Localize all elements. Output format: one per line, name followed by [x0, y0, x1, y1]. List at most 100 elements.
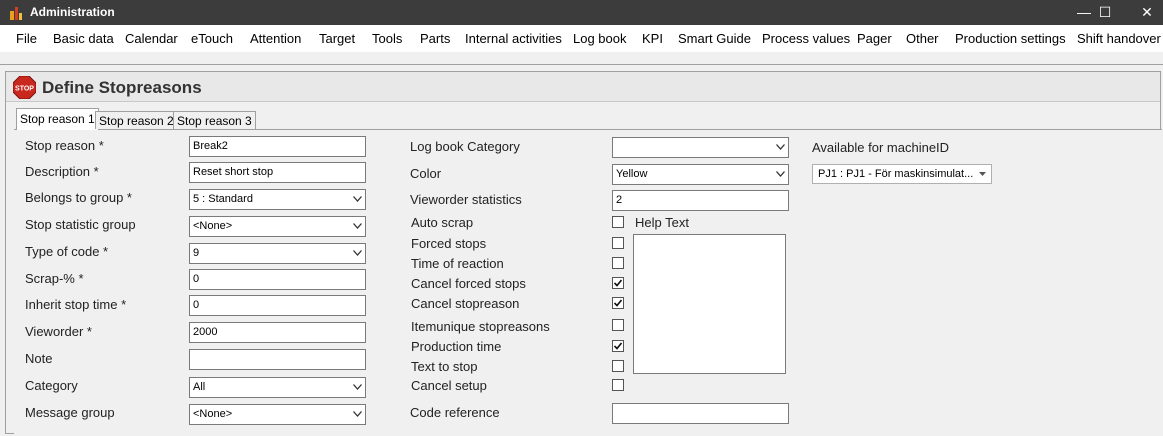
inherit-stop-time-label: Inherit stop time * — [25, 297, 127, 312]
code-reference-input[interactable] — [612, 403, 789, 424]
window-title: Administration — [30, 5, 115, 19]
type-of-code-select[interactable]: 9 — [189, 243, 366, 264]
inherit-stop-time-input[interactable]: 0 — [189, 295, 366, 316]
help-text-label: Help Text — [635, 215, 689, 230]
note-label: Note — [25, 351, 53, 366]
app-icon — [10, 7, 22, 20]
forced-stops-label: Forced stops — [411, 236, 487, 251]
auto-scrap-checkbox[interactable] — [612, 216, 624, 228]
color-value: Yellow — [616, 168, 648, 180]
chevron-down-icon — [776, 171, 785, 177]
text-to-stop-label: Text to stop — [411, 359, 478, 374]
category-select[interactable]: All — [189, 377, 366, 398]
message-group-select[interactable]: <None> — [189, 404, 366, 425]
page-title: Define Stopreasons — [42, 78, 202, 97]
cancel-setup-checkbox[interactable] — [612, 379, 624, 391]
itemunique-stopreasons-checkbox[interactable] — [612, 319, 624, 331]
chevron-down-icon — [353, 384, 362, 390]
type-of-code-value: 9 — [193, 247, 200, 259]
time-of-reaction-checkbox[interactable] — [612, 257, 624, 269]
cancel-forced-stops-label: Cancel forced stops — [411, 276, 526, 291]
log-book-category-label: Log book Category — [410, 139, 520, 154]
menu-calendar[interactable]: Calendar — [125, 31, 178, 46]
menu-shift-handover[interactable]: Shift handover — [1077, 31, 1161, 46]
menu-internal-activities[interactable]: Internal activities — [465, 31, 562, 46]
cancel-stopreason-label: Cancel stopreason — [411, 296, 520, 311]
production-time-checkbox[interactable] — [612, 340, 624, 352]
belongs-to-group-label: Belongs to group * — [25, 190, 132, 205]
type-of-code-label: Type of code * — [25, 244, 109, 259]
stop-statistic-group-label: Stop statistic group — [25, 217, 136, 232]
stop-reason-input[interactable]: Break2 — [189, 136, 366, 157]
menu-target[interactable]: Target — [319, 31, 355, 46]
menu-smart-guide[interactable]: Smart Guide — [678, 31, 751, 46]
tab-stop-reason-2[interactable]: Stop reason 2 — [95, 111, 178, 129]
help-text-area[interactable] — [633, 234, 786, 374]
menu-file[interactable]: File — [16, 31, 37, 46]
tab-stop-reason-1[interactable]: Stop reason 1 — [16, 108, 99, 130]
production-time-label: Production time — [411, 339, 502, 354]
machine-id-value: PJ1 : PJ1 - För maskinsimulat... — [818, 168, 974, 180]
color-label: Color — [410, 166, 442, 181]
category-value: All — [193, 381, 206, 393]
maximize-button[interactable]: ☐ — [1085, 0, 1125, 25]
checkmark-icon — [613, 342, 623, 350]
itemunique-stopreasons-label: Itemunique stopreasons — [411, 319, 550, 334]
menu-process-values[interactable]: Process values — [762, 31, 850, 46]
cancel-stopreason-checkbox[interactable] — [612, 297, 624, 309]
menu-pager[interactable]: Pager — [857, 31, 892, 46]
vieworder-input[interactable]: 2000 — [189, 322, 366, 343]
stop-reason-label: Stop reason * — [25, 138, 104, 153]
message-group-label: Message group — [25, 405, 115, 420]
belongs-to-group-value: 5 : Standard — [193, 193, 253, 205]
description-input[interactable]: Reset short stop — [189, 162, 366, 183]
toolbar-strip — [0, 52, 1163, 65]
log-book-category-select[interactable] — [612, 137, 789, 158]
note-input[interactable] — [189, 349, 366, 370]
menu-kpi[interactable]: KPI — [642, 31, 663, 46]
checkmark-icon — [613, 299, 623, 307]
vieworder-statistics-input[interactable]: 2 — [612, 190, 789, 211]
text-to-stop-checkbox[interactable] — [612, 360, 624, 372]
title-bar: Administration — ☐ ✕ — [0, 0, 1163, 25]
category-label: Category — [25, 378, 78, 393]
cancel-forced-stops-checkbox[interactable] — [612, 277, 624, 289]
menu-basic-data[interactable]: Basic data — [53, 31, 114, 46]
code-reference-label: Code reference — [410, 405, 500, 420]
belongs-to-group-select[interactable]: 5 : Standard — [189, 189, 366, 210]
chevron-down-icon — [353, 196, 362, 202]
vieworder-statistics-label: Vieworder statistics — [410, 192, 522, 207]
description-label: Description * — [25, 164, 99, 179]
stop-sign-icon: STOP — [13, 76, 36, 99]
stop-statistic-group-value: <None> — [193, 220, 233, 232]
tab-stop-reason-3[interactable]: Stop reason 3 — [173, 111, 256, 129]
menu-log-book[interactable]: Log book — [573, 31, 627, 46]
auto-scrap-label: Auto scrap — [411, 215, 474, 230]
available-for-machine-label: Available for machineID — [812, 140, 950, 155]
scrap-pct-input[interactable]: 0 — [189, 269, 366, 290]
close-button[interactable]: ✕ — [1127, 0, 1163, 25]
scrap-pct-label: Scrap-% * — [25, 271, 84, 286]
menu-bar: File Basic data Calendar eTouch Attentio… — [0, 25, 1163, 52]
message-group-value: <None> — [193, 408, 233, 420]
stop-sign-text: STOP — [15, 86, 34, 93]
time-of-reaction-label: Time of reaction — [411, 256, 504, 271]
machine-id-dropdown[interactable]: PJ1 : PJ1 - För maskinsimulat... — [812, 164, 992, 184]
menu-parts[interactable]: Parts — [420, 31, 450, 46]
color-select[interactable]: Yellow — [612, 164, 789, 185]
menu-production-settings[interactable]: Production settings — [955, 31, 1066, 46]
chevron-down-icon — [353, 223, 362, 229]
menu-other[interactable]: Other — [906, 31, 939, 46]
cancel-setup-label: Cancel setup — [411, 378, 487, 393]
menu-etouch[interactable]: eTouch — [191, 31, 233, 46]
checkmark-icon — [613, 279, 623, 287]
stop-statistic-group-select[interactable]: <None> — [189, 216, 366, 237]
vieworder-label: Vieworder * — [25, 324, 92, 339]
menu-tools[interactable]: Tools — [372, 31, 402, 46]
forced-stops-checkbox[interactable] — [612, 237, 624, 249]
caret-down-icon — [979, 172, 986, 176]
chevron-down-icon — [776, 144, 785, 150]
chevron-down-icon — [353, 250, 362, 256]
menu-attention[interactable]: Attention — [250, 31, 301, 46]
chevron-down-icon — [353, 411, 362, 417]
